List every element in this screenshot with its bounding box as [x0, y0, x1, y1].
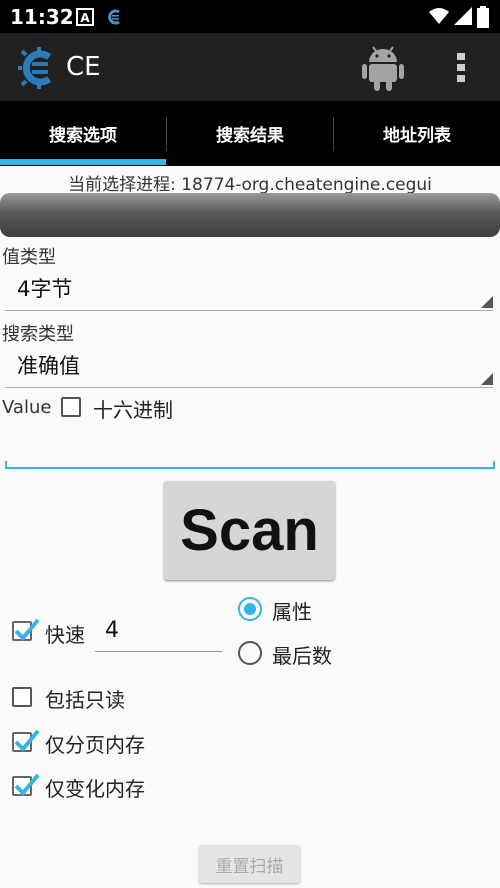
spinner-underline	[5, 310, 493, 311]
fast-label: 快速	[45, 623, 85, 647]
value-input[interactable]	[5, 425, 495, 469]
input-underline	[5, 467, 495, 469]
checkmark-icon	[14, 729, 40, 752]
notification-ce-icon	[106, 8, 124, 26]
fast-alignment-value: 4	[105, 618, 119, 643]
app-bar: CE	[0, 33, 500, 101]
svg-text:A: A	[80, 11, 90, 25]
tab-address-list[interactable]: 地址列表	[334, 101, 500, 166]
fast-alignment-input[interactable]: 4	[95, 612, 222, 652]
alignment-label: 属性	[272, 600, 312, 624]
include-readonly-checkbox[interactable]	[12, 687, 32, 707]
status-time: 11:32	[10, 5, 74, 29]
scan-type-spinner[interactable]: 准确值	[2, 340, 496, 388]
battery-icon	[476, 6, 490, 28]
tab-search-options[interactable]: 搜索选项	[0, 101, 166, 166]
tab-indicator	[0, 159, 166, 165]
overflow-menu-icon[interactable]	[456, 53, 466, 87]
signal-icon	[454, 7, 472, 25]
reset-scan-button[interactable]: 重置扫描	[199, 845, 300, 883]
changed-only-label: 仅变化内存	[45, 777, 145, 801]
scan-type-selected: 准确值	[17, 354, 80, 378]
process-select-bar[interactable]	[0, 193, 500, 237]
alignment-radio[interactable]	[238, 597, 262, 621]
cheat-engine-logo-icon	[18, 47, 60, 93]
selected-process-label: 当前选择进程: 18774-org.cheatengine.cegui	[68, 175, 432, 195]
hex-checkbox[interactable]	[61, 397, 81, 417]
tab-search-results[interactable]: 搜索结果	[167, 101, 333, 166]
scan-button[interactable]: Scan	[164, 481, 335, 580]
value-label: Value	[2, 397, 52, 418]
value-type-spinner[interactable]: 4字节	[2, 263, 496, 311]
checkmark-icon	[14, 618, 40, 641]
radio-dot	[244, 603, 256, 615]
fast-checkbox[interactable]	[12, 618, 40, 641]
value-type-selected: 4字节	[17, 277, 73, 301]
status-bar: 11:32 A	[0, 0, 500, 33]
paged-only-checkbox[interactable]	[12, 729, 40, 752]
hex-label: 十六进制	[93, 398, 173, 422]
include-readonly-label: 包括只读	[45, 688, 125, 712]
notification-a-icon: A	[76, 8, 94, 26]
checkmark-icon	[14, 773, 40, 796]
last-digits-label: 最后数	[272, 644, 332, 668]
spinner-underline	[5, 387, 493, 388]
tab-bar: 搜索选项 搜索结果 地址列表	[0, 101, 500, 166]
dropdown-triangle-icon	[481, 373, 493, 385]
app-title: CE	[66, 52, 101, 82]
wifi-icon	[428, 7, 450, 25]
android-icon[interactable]	[362, 45, 404, 95]
paged-only-label: 仅分页内存	[45, 733, 145, 757]
changed-only-checkbox[interactable]	[12, 773, 40, 796]
dropdown-triangle-icon	[481, 296, 493, 308]
input-underline	[95, 651, 222, 652]
last-digits-radio[interactable]	[238, 641, 262, 665]
